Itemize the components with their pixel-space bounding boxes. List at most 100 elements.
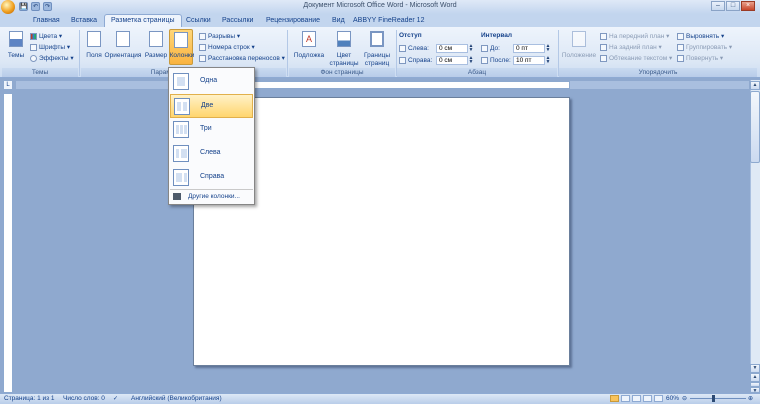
tab-page-layout[interactable]: Разметка страницы (104, 14, 182, 27)
send-back-button[interactable]: На задний план ▾ (600, 43, 662, 52)
spacing-title: Интервал (481, 32, 513, 39)
vertical-ruler[interactable] (3, 93, 13, 393)
zoom-slider-thumb[interactable] (712, 395, 715, 402)
zoom-out-icon[interactable]: ⊖ (682, 395, 687, 402)
theme-colors-button[interactable]: Цвета ▾ (30, 32, 62, 41)
tab-abbyy[interactable]: ABBYY FineReader 12 (347, 15, 430, 27)
position-button[interactable] (568, 30, 590, 48)
orientation-icon (116, 31, 130, 47)
group-arrange-label: Упорядочить (559, 68, 757, 77)
save-icon[interactable]: 💾 (19, 2, 28, 11)
undo-icon[interactable]: ↶ (31, 2, 40, 11)
columns-option-two[interactable]: Две (170, 94, 253, 118)
spacing-after-label: После: (481, 56, 511, 65)
line-numbers-button[interactable]: Номера строк ▾ (199, 43, 255, 52)
redo-icon[interactable]: ↷ (43, 2, 52, 11)
columns-option-right[interactable]: Справа (170, 166, 253, 190)
indent-left-spinner[interactable]: ▲ ▼ (468, 44, 474, 53)
tab-insert[interactable]: Вставка (65, 15, 103, 27)
breaks-button[interactable]: Разрывы ▾ (199, 32, 240, 41)
spacing-after-text: После: (490, 57, 511, 64)
full-screen-view-icon[interactable] (621, 395, 630, 402)
spacing-after-input[interactable]: 10 пт (513, 56, 545, 65)
spacing-after-spinner[interactable]: ▲ ▼ (545, 56, 551, 65)
proofing-icon[interactable]: ✓ (113, 395, 121, 402)
right-column-icon (173, 169, 189, 186)
group-page-background-label: Фон страницы (289, 68, 395, 77)
align-button[interactable]: Выровнять ▾ (677, 32, 724, 41)
columns-dropdown: Одна Две Три Слева Справа Другие колонки… (168, 67, 255, 205)
margins-label: Поля (86, 52, 102, 59)
theme-fonts-label: Шрифты ▾ (39, 44, 71, 51)
tab-home[interactable]: Главная (27, 15, 66, 27)
scroll-down-icon[interactable]: ▼ (750, 364, 760, 373)
scroll-up-icon[interactable]: ▲ (750, 81, 760, 90)
position-icon (572, 31, 586, 47)
columns-button[interactable] (169, 29, 193, 65)
wrap-text-label: Обтекание текстом ▾ (609, 55, 673, 62)
office-button[interactable] (1, 0, 15, 14)
ruler-tab-selector[interactable]: L (3, 80, 13, 90)
rotate-button[interactable]: Повернуть ▾ (677, 54, 723, 63)
page-borders-label-1: Границы (364, 52, 390, 59)
line-numbers-label: Номера строк ▾ (208, 44, 255, 51)
zoom-level[interactable]: 60% (666, 395, 679, 402)
zoom-in-icon[interactable]: ⊕ (748, 395, 753, 402)
size-label: Размер (144, 52, 168, 59)
print-layout-view-icon[interactable] (610, 395, 619, 402)
status-page[interactable]: Страница: 1 из 1 (4, 395, 55, 402)
scroll-thumb[interactable] (750, 91, 760, 163)
spacing-before-spinner[interactable]: ▲ ▼ (545, 44, 551, 53)
more-columns-item[interactable]: Другие колонки... (170, 191, 253, 203)
outline-view-icon[interactable] (643, 395, 652, 402)
themes-button[interactable] (5, 30, 27, 48)
themes-icon (9, 31, 23, 47)
hyphenation-button[interactable]: Расстановка переносов ▾ (199, 54, 285, 63)
bring-front-icon (600, 32, 607, 40)
theme-fonts-button[interactable]: Шрифты ▾ (30, 43, 70, 52)
columns-option-one[interactable]: Одна (170, 70, 253, 94)
columns-option-three[interactable]: Три (170, 118, 253, 142)
line-numbers-icon (199, 43, 206, 51)
watermark-button[interactable]: A (298, 30, 320, 48)
columns-option-left[interactable]: Слева (170, 142, 253, 166)
three-columns-icon (173, 121, 189, 138)
watermark-icon: A (302, 31, 316, 47)
ribbon-separator (287, 30, 288, 76)
margins-button[interactable] (83, 30, 105, 48)
draft-view-icon[interactable] (654, 395, 663, 402)
web-layout-view-icon[interactable] (632, 395, 641, 402)
page-borders-button[interactable] (366, 30, 388, 48)
indent-right-spinner[interactable]: ▲ ▼ (468, 56, 474, 65)
page-color-label-1: Цвет (336, 52, 352, 59)
theme-effects-button[interactable]: Эффекты ▾ (30, 54, 74, 63)
maximize-button[interactable]: □ (726, 1, 740, 11)
indent-title: Отступ (399, 32, 422, 39)
more-columns-icon (173, 193, 181, 200)
page-color-button[interactable] (333, 30, 355, 48)
tab-mailings[interactable]: Рассылки (216, 15, 259, 27)
tab-references[interactable]: Ссылки (180, 15, 217, 27)
previous-page-icon[interactable]: ▲ (750, 373, 760, 382)
two-columns-icon (174, 98, 190, 115)
orientation-button[interactable] (112, 30, 134, 48)
zoom-slider[interactable] (690, 398, 746, 399)
indent-right-input[interactable]: 0 см (436, 56, 468, 65)
size-button[interactable] (145, 30, 167, 48)
minimize-button[interactable]: – (711, 1, 725, 11)
status-language[interactable]: Английский (Великобритания) (131, 395, 222, 402)
close-button[interactable]: × (741, 1, 755, 11)
dropdown-separator (170, 189, 253, 190)
bring-front-button[interactable]: На передний план ▾ (600, 32, 669, 41)
group-objects-button[interactable]: Группировать ▾ (677, 43, 732, 52)
tab-review[interactable]: Рецензирование (260, 15, 326, 27)
theme-colors-label: Цвета ▾ (39, 33, 63, 40)
fonts-icon (30, 43, 37, 51)
status-words[interactable]: Число слов: 0 (63, 395, 105, 402)
ribbon-separator (79, 30, 80, 76)
hyphenation-icon (199, 54, 206, 62)
wrap-text-button[interactable]: Обтекание текстом ▾ (600, 54, 672, 63)
spacing-before-input[interactable]: 0 пт (513, 44, 545, 53)
columns-option-left-label: Слева (200, 149, 221, 156)
indent-left-input[interactable]: 0 см (436, 44, 468, 53)
